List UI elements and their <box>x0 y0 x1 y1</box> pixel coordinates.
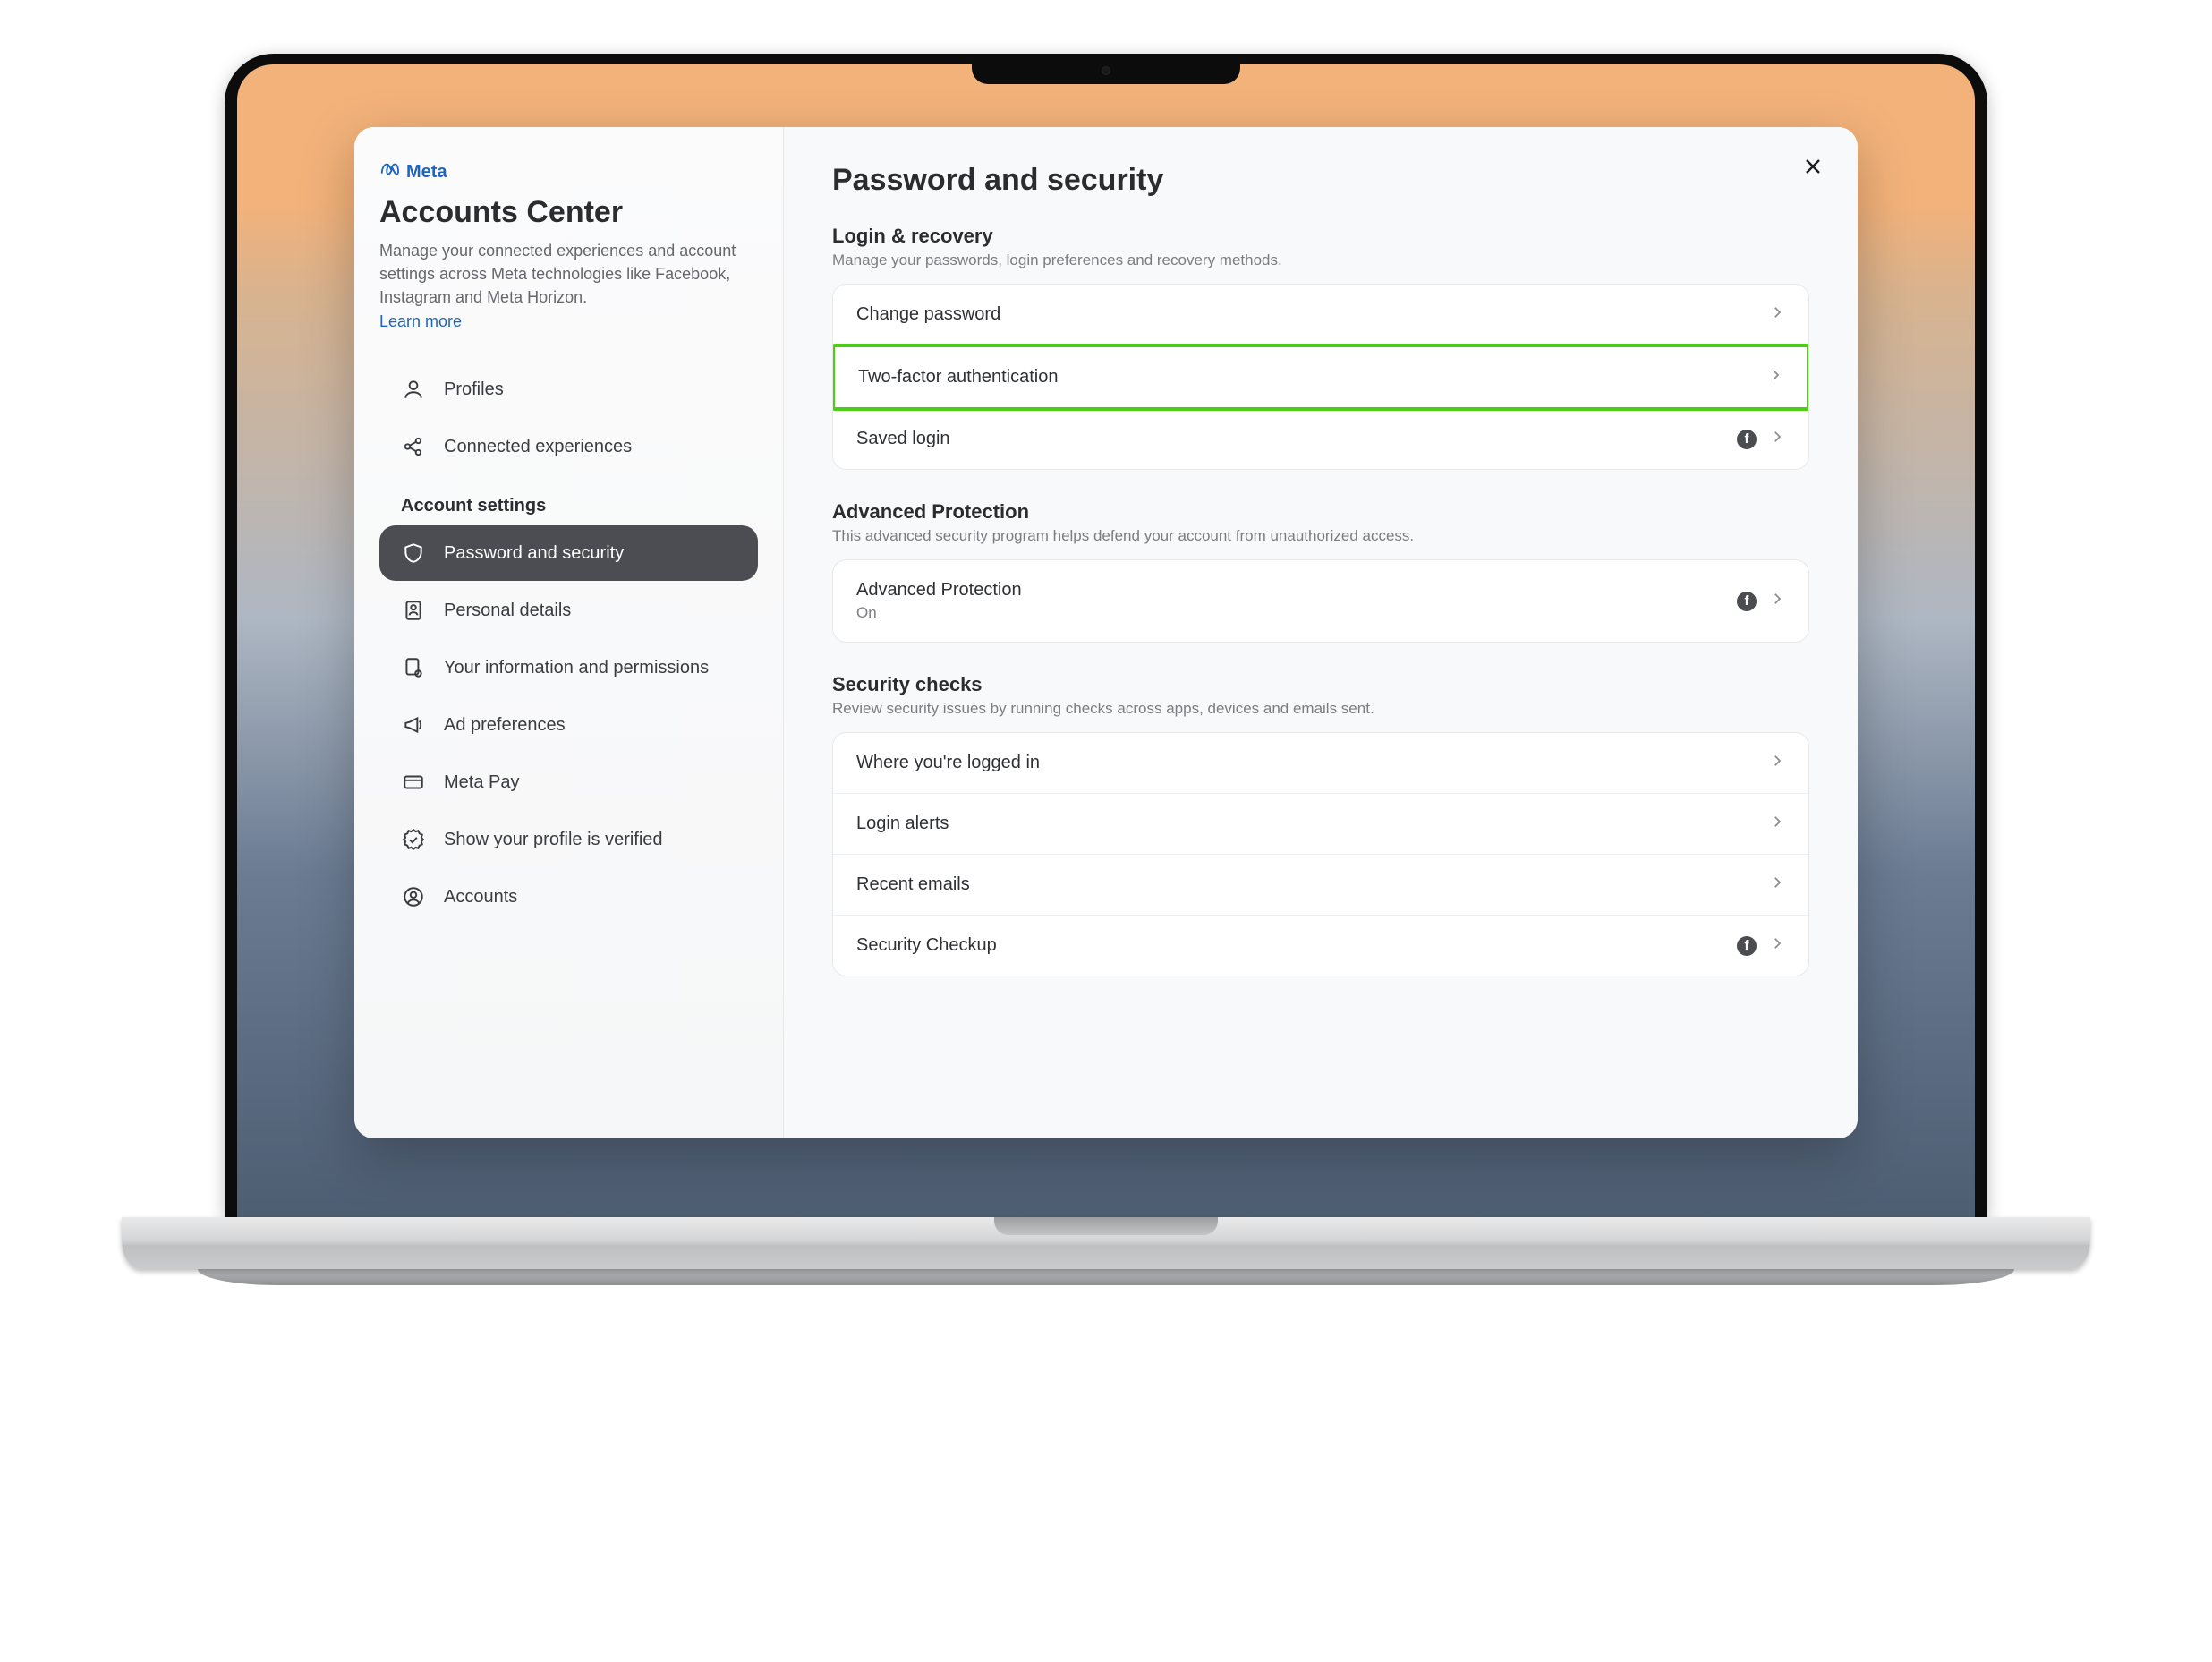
section-subtitle: This advanced security program helps def… <box>832 527 1809 545</box>
facebook-icon: f <box>1737 430 1757 449</box>
row-advanced-protection[interactable]: Advanced Protection On f <box>833 560 1808 642</box>
sidebar-item-label: Password and security <box>444 543 624 564</box>
row-where-logged-in[interactable]: Where you're logged in <box>833 733 1808 794</box>
meta-brand: Meta <box>379 159 758 184</box>
row-saved-login[interactable]: Saved login f <box>833 409 1808 469</box>
accounts-center-dialog: Meta Accounts Center Manage your connect… <box>354 127 1858 1138</box>
sidebar-item-label: Meta Pay <box>444 772 519 793</box>
chevron-right-icon <box>1769 304 1785 325</box>
sidebar-item-accounts[interactable]: Accounts <box>379 869 758 925</box>
main-panel: Password and security Login & recovery M… <box>784 127 1858 1138</box>
login-recovery-list: Change password Two-factor authenticatio… <box>832 284 1809 470</box>
chevron-right-icon <box>1769 753 1785 773</box>
sidebar-item-info-permissions[interactable]: Your information and permissions <box>379 640 758 695</box>
laptop-foot <box>198 1269 2014 1285</box>
chevron-right-icon <box>1769 935 1785 956</box>
row-sub: On <box>856 604 1022 622</box>
user-circle-icon <box>401 885 426 908</box>
page-title: Password and security <box>832 163 1809 198</box>
learn-more-link[interactable]: Learn more <box>379 312 462 331</box>
row-two-factor-authentication[interactable]: Two-factor authentication <box>832 344 1809 411</box>
id-card-icon <box>401 599 426 622</box>
laptop-base <box>122 1217 2090 1269</box>
sidebar-description: Manage your connected experiences and ac… <box>379 239 758 309</box>
row-recent-emails[interactable]: Recent emails <box>833 855 1808 916</box>
section-title: Advanced Protection <box>832 500 1809 524</box>
row-security-checkup[interactable]: Security Checkup f <box>833 916 1808 976</box>
section-heading-security-checks: Security checks Review security issues b… <box>832 673 1809 718</box>
credit-card-icon <box>401 771 426 794</box>
row-label: Recent emails <box>856 874 970 895</box>
share-nodes-icon <box>401 435 426 458</box>
meta-logo-icon <box>379 159 399 184</box>
close-icon <box>1802 156 1824 182</box>
sidebar-item-password-security[interactable]: Password and security <box>379 525 758 581</box>
chevron-right-icon <box>1769 874 1785 895</box>
sidebar-item-connected-experiences[interactable]: Connected experiences <box>379 419 758 474</box>
verified-badge-icon <box>401 828 426 851</box>
facebook-icon: f <box>1737 936 1757 956</box>
megaphone-icon <box>401 713 426 737</box>
row-label: Login alerts <box>856 814 949 834</box>
row-login-alerts[interactable]: Login alerts <box>833 794 1808 855</box>
sidebar-item-label: Ad preferences <box>444 715 566 736</box>
row-label: Advanced Protection <box>856 580 1022 601</box>
sidebar-nav: Profiles Connected experiences Account s… <box>379 362 758 925</box>
row-change-password[interactable]: Change password <box>833 285 1808 345</box>
shield-icon <box>401 541 426 565</box>
row-label: Saved login <box>856 429 950 449</box>
sidebar-item-label: Show your profile is verified <box>444 830 663 850</box>
laptop-device-frame: Meta Accounts Center Manage your connect… <box>122 54 2090 1285</box>
person-icon <box>401 378 426 401</box>
sidebar-item-personal-details[interactable]: Personal details <box>379 583 758 638</box>
sidebar-item-verified[interactable]: Show your profile is verified <box>379 812 758 867</box>
sidebar-item-label: Connected experiences <box>444 437 632 457</box>
row-label: Change password <box>856 304 1000 325</box>
section-heading-advanced-protection: Advanced Protection This advanced securi… <box>832 500 1809 545</box>
sidebar-title: Accounts Center <box>379 195 758 230</box>
sidebar-item-label: Your information and permissions <box>444 658 709 678</box>
sidebar-item-profiles[interactable]: Profiles <box>379 362 758 417</box>
sidebar-item-label: Profiles <box>444 379 504 400</box>
sidebar-section-heading: Account settings <box>379 476 758 524</box>
row-label: Two-factor authentication <box>858 367 1058 388</box>
sidebar-item-meta-pay[interactable]: Meta Pay <box>379 754 758 810</box>
sidebar-item-ad-preferences[interactable]: Ad preferences <box>379 697 758 753</box>
security-checks-list: Where you're logged in Login alerts Rece… <box>832 732 1809 976</box>
advanced-protection-list: Advanced Protection On f <box>832 559 1809 643</box>
chevron-right-icon <box>1769 591 1785 611</box>
meta-brand-text: Meta <box>406 162 447 183</box>
facebook-icon: f <box>1737 592 1757 611</box>
section-title: Login & recovery <box>832 225 1809 248</box>
laptop-screen-bezel: Meta Accounts Center Manage your connect… <box>225 54 1987 1217</box>
section-title: Security checks <box>832 673 1809 696</box>
row-label: Where you're logged in <box>856 753 1040 773</box>
laptop-notch <box>972 54 1240 84</box>
sidebar-item-label: Personal details <box>444 601 571 621</box>
section-heading-login-recovery: Login & recovery Manage your passwords, … <box>832 225 1809 269</box>
close-button[interactable] <box>1795 150 1831 186</box>
sidebar-item-label: Accounts <box>444 887 517 908</box>
desktop-wallpaper: Meta Accounts Center Manage your connect… <box>237 64 1975 1217</box>
chevron-right-icon <box>1769 429 1785 449</box>
section-subtitle: Review security issues by running checks… <box>832 700 1809 718</box>
chevron-right-icon <box>1767 367 1783 388</box>
row-label: Security Checkup <box>856 935 997 956</box>
sidebar: Meta Accounts Center Manage your connect… <box>354 127 784 1138</box>
chevron-right-icon <box>1769 814 1785 834</box>
section-subtitle: Manage your passwords, login preferences… <box>832 251 1809 269</box>
document-lock-icon <box>401 656 426 679</box>
